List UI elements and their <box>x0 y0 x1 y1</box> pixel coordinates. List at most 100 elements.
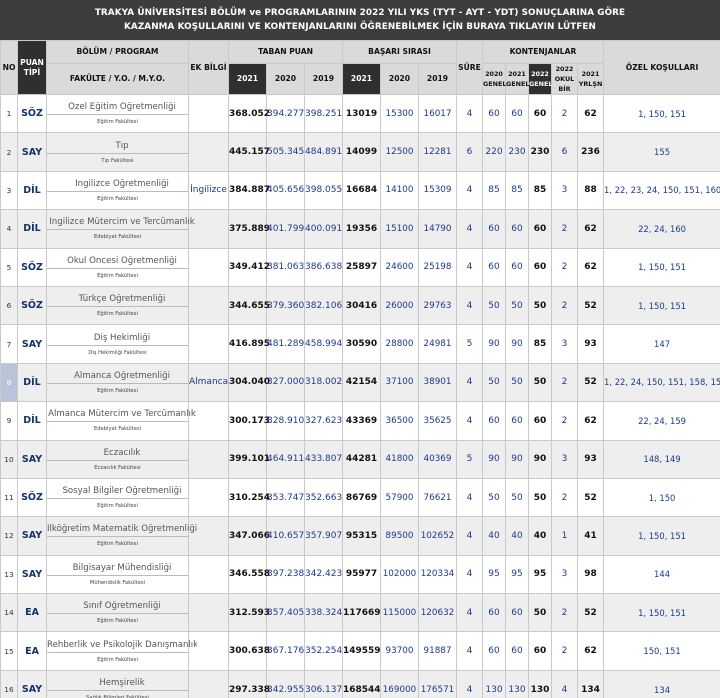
header-sure: SÜRE <box>456 40 483 95</box>
row-kontenjan-2022-okul-bir: 2 <box>551 593 578 633</box>
row-program-link[interactable]: Sosyal Bilgiler Öğretmenliği <box>47 486 197 500</box>
table-row[interactable]: 11 SÖZ Sosyal Bilgiler Öğretmenliği Eğit… <box>0 477 720 518</box>
row-taban-puan-2021: 368.052 <box>228 93 270 134</box>
row-taban-puan-2019: 433.807 <box>304 439 343 479</box>
table-row[interactable]: 3 DİL İngilizce Öğretmenliği Eğitim Fakü… <box>0 170 720 211</box>
row-program-link[interactable]: İngilizce Mütercim ve Tercümanlık <box>47 217 197 231</box>
row-no: 10 <box>0 439 18 479</box>
row-faculty: Eğitim Fakültesi <box>97 618 138 625</box>
row-basari-sirasi-2021: 30416 <box>342 285 381 326</box>
row-sure: 4 <box>456 170 483 211</box>
row-kontenjan-2021: 50 <box>505 285 529 326</box>
row-puan-tipi: SAY <box>17 324 47 364</box>
row-puan-tipi: DİL <box>17 209 47 249</box>
row-kontenjan-2021: 60 <box>505 93 529 134</box>
table-row[interactable]: 14 EA Sınıf Öğretmenliği Eğitim Fakültes… <box>0 593 720 633</box>
row-program-link[interactable]: Almanca Mütercim ve Tercümanlık <box>47 409 197 423</box>
row-kontenjan-2021: 60 <box>505 247 529 287</box>
table-row[interactable]: 8 DİL Almanca Öğretmenliği Eğitim Fakült… <box>0 362 720 403</box>
row-basari-sirasi-2019: 29763 <box>418 285 457 326</box>
row-puan-tipi: SÖZ <box>17 285 47 326</box>
row-basari-sirasi-2019: 25198 <box>418 247 457 287</box>
row-program-link[interactable]: Özel Eğitim Öğretmenliği <box>47 102 197 116</box>
row-taban-puan-2019: 386.638 <box>304 247 343 287</box>
row-taban-puan-2020: 401.799 <box>266 209 305 249</box>
row-kontenjan-2022: 60 <box>528 631 552 671</box>
row-program-link[interactable]: Bilgisayar Mühendisliği <box>47 563 197 576</box>
row-kontenjan-2022: 50 <box>528 362 552 403</box>
row-kontenjan-2021-yerlesen: 41 <box>576 516 605 556</box>
row-taban-puan-2020: 353.747 <box>266 477 305 518</box>
row-kontenjan-2021: 60 <box>505 631 529 671</box>
row-program-link[interactable]: Diş Hekimliği <box>47 333 197 346</box>
row-program-link[interactable]: Sınıf Öğretmenliği <box>47 601 197 615</box>
row-taban-puan-2020: 394.277 <box>266 93 305 134</box>
row-faculty: Eczacılık Fakültesi <box>94 464 141 471</box>
header-basari-sirasi: BAŞARI SIRASI <box>342 40 457 64</box>
table-row[interactable]: 6 SÖZ Türkçe Öğretmenliği Eğitim Fakülte… <box>0 285 720 326</box>
row-kontenjan-2022: 60 <box>528 93 552 134</box>
row-program-link[interactable]: Rehberlik ve Psikolojik Danışmanlık <box>47 640 197 653</box>
row-kontenjan-2022: 40 <box>528 516 552 556</box>
row-kontenjan-2022: 60 <box>528 401 552 441</box>
row-program-cell: Okul Öncesi Öğretmenliği Eğitim Fakültes… <box>46 247 197 287</box>
row-program-link[interactable]: Tıp <box>47 141 197 154</box>
row-kontenjan-2021-yerlesen: 52 <box>576 477 605 518</box>
row-no: 3 <box>0 170 18 211</box>
row-ek-bilgi <box>188 439 229 479</box>
header-k-2022-okul-bir: 2022 OKUL BİR <box>551 63 578 95</box>
row-kontenjan-2021-yerlesen: 134 <box>576 669 605 698</box>
table-row[interactable]: 4 DİL İngilizce Mütercim ve Tercümanlık … <box>0 209 720 249</box>
row-puan-tipi: EA <box>17 593 47 633</box>
row-kontenjan-2021-yerlesen: 62 <box>576 93 605 134</box>
table-row[interactable]: 12 SAY İlköğretim Matematik Öğretmenliği… <box>0 516 720 556</box>
table-row[interactable]: 1 SÖZ Özel Eğitim Öğretmenliği Eğitim Fa… <box>0 93 720 134</box>
row-program-link[interactable]: Türkçe Öğretmenliği <box>47 294 197 308</box>
row-program-cell: Almanca Öğretmenliği Eğitim Fakültesi <box>46 362 197 403</box>
row-kontenjan-2020: 40 <box>482 516 506 556</box>
row-sure: 6 <box>456 132 483 172</box>
row-kontenjan-2022: 85 <box>528 170 552 211</box>
row-kontenjan-2021: 50 <box>505 477 529 518</box>
table-row[interactable]: 5 SÖZ Okul Öncesi Öğretmenliği Eğitim Fa… <box>0 247 720 287</box>
row-sure: 4 <box>456 401 483 441</box>
row-kontenjan-2020: 50 <box>482 362 506 403</box>
row-program-link[interactable]: İngilizce Öğretmenliği <box>47 179 197 192</box>
row-kontenjan-2021: 60 <box>505 593 529 633</box>
row-kontenjan-2022-okul-bir: 3 <box>551 554 578 595</box>
table-row[interactable]: 2 SAY Tıp Tıp Fakültesi 445.157 505.345 … <box>0 132 720 172</box>
row-kontenjan-2022: 60 <box>528 209 552 249</box>
row-basari-sirasi-2020: 102000 <box>380 554 419 595</box>
title-banner[interactable]: TRAKYA ÜNİVERSİTESİ BÖLÜM ve PROGRAMLARI… <box>0 0 720 40</box>
row-faculty: Eğitim Fakültesi <box>97 311 138 318</box>
row-program-link[interactable]: Okul Öncesi Öğretmenliği <box>47 256 197 269</box>
row-ozel-kosullari: 155 <box>603 132 720 172</box>
row-program-link[interactable]: Almanca Öğretmenliği <box>47 371 197 384</box>
row-taban-puan-2020: 357.405 <box>266 593 305 633</box>
row-puan-tipi: SAY <box>17 669 47 698</box>
table-row[interactable]: 9 DİL Almanca Mütercim ve Tercümanlık Ed… <box>0 401 720 441</box>
row-taban-puan-2020: 367.176 <box>266 631 305 671</box>
table-row[interactable]: 16 SAY Hemşirelik Sağlık Bilimleri Fakül… <box>0 669 720 698</box>
row-kontenjan-2022-okul-bir: 2 <box>551 477 578 518</box>
row-kontenjan-2021: 230 <box>505 132 529 172</box>
row-puan-tipi: SÖZ <box>17 477 47 518</box>
header-kontenjanlar: KONTENJANLAR <box>481 40 605 64</box>
row-program-link[interactable]: İlköğretim Matematik Öğretmenliği <box>47 524 197 538</box>
row-no: 14 <box>0 593 18 633</box>
header-bs-2021: 2021 <box>342 63 381 95</box>
row-taban-puan-2021: 312.593 <box>228 593 270 633</box>
row-kontenjan-2020: 60 <box>482 247 506 287</box>
row-basari-sirasi-2019: 76621 <box>418 477 457 518</box>
table-row[interactable]: 10 SAY Eczacılık Eczacılık Fakültesi 399… <box>0 439 720 479</box>
row-program-link[interactable]: Hemşirelik <box>47 678 197 692</box>
row-basari-sirasi-2019: 120334 <box>418 554 457 595</box>
row-faculty: Diş Hekimliği Fakültesi <box>88 349 147 356</box>
table-row[interactable]: 13 SAY Bilgisayar Mühendisliği Mühendisl… <box>0 554 720 595</box>
table-row[interactable]: 15 EA Rehberlik ve Psikolojik Danışmanlı… <box>0 631 720 671</box>
row-program-link[interactable]: Eczacılık <box>47 448 197 461</box>
row-ozel-kosullari: 22, 24, 160 <box>603 209 720 249</box>
table-row[interactable]: 7 SAY Diş Hekimliği Diş Hekimliği Fakült… <box>0 324 720 364</box>
row-ozel-kosullari: 148, 149 <box>603 439 720 479</box>
row-taban-puan-2020: 328.910 <box>266 401 305 441</box>
